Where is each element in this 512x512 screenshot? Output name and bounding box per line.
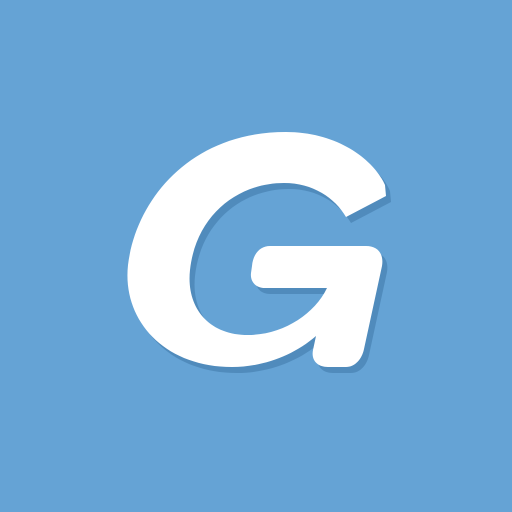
g-letter-logo-icon xyxy=(0,0,512,512)
app-icon xyxy=(0,0,512,512)
